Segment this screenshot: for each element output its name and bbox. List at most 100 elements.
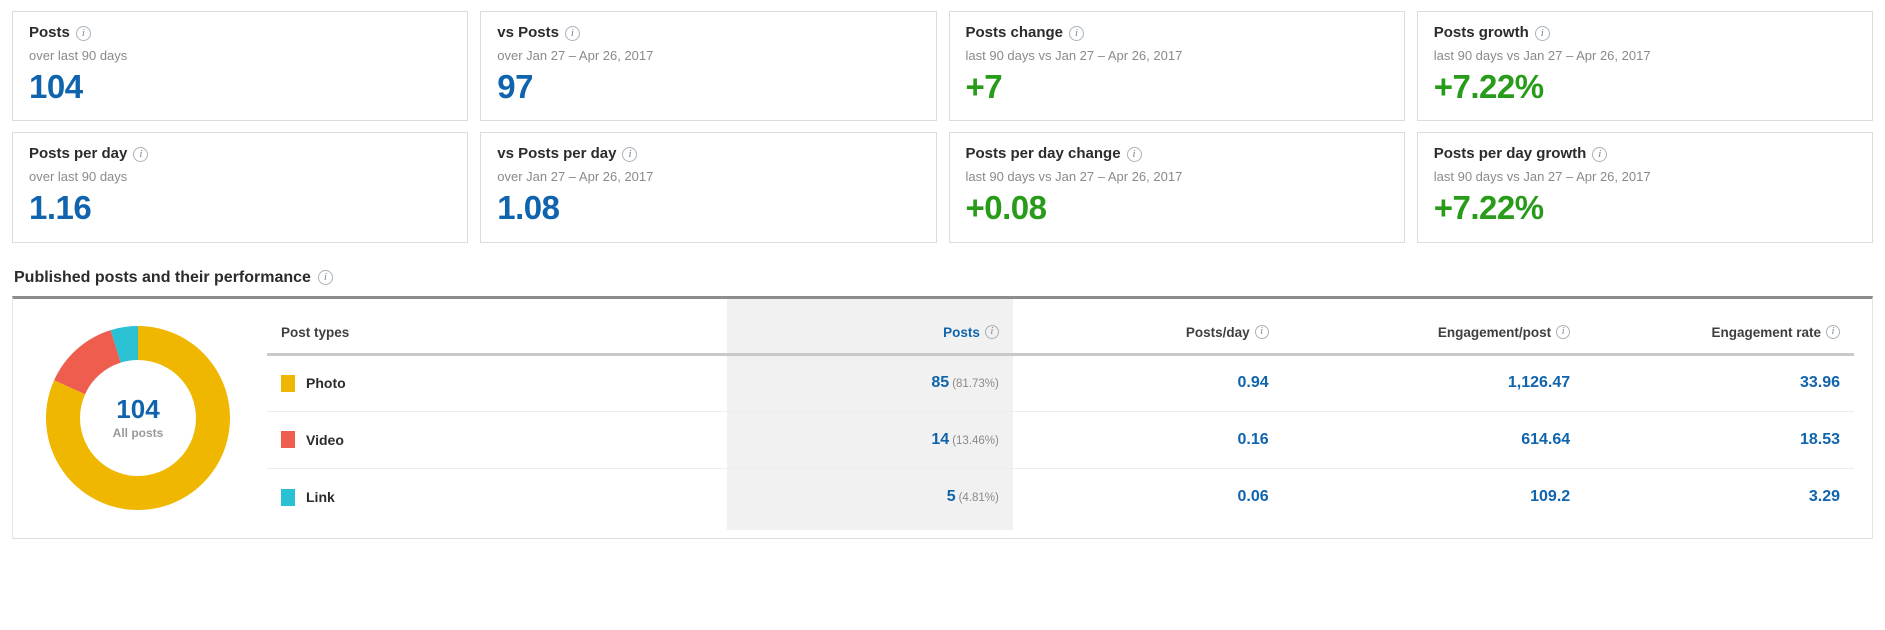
color-swatch-icon xyxy=(281,431,295,448)
kpi-card: Postsi over last 90 days 104 xyxy=(12,11,468,121)
kpi-subtitle: last 90 days vs Jan 27 – Apr 26, 2017 xyxy=(966,170,1388,184)
engagement-per-post-cell: 614.64 xyxy=(1283,411,1585,468)
donut-chart-container: 104 All posts xyxy=(13,299,263,538)
table-header-row: Post typesPostsiPosts/dayiEngagement/pos… xyxy=(267,299,1854,355)
info-icon[interactable]: i xyxy=(985,325,999,339)
post-type-cell: Link xyxy=(267,468,727,525)
kpi-subtitle: over Jan 27 – Apr 26, 2017 xyxy=(497,170,919,184)
table-row[interactable]: Video 14(13.46%)0.16614.6418.53 xyxy=(267,411,1854,468)
posts-percentage: (13.46%) xyxy=(952,435,999,447)
kpi-value: +0.08 xyxy=(966,191,1388,226)
posts-cell: 85(81.73%) xyxy=(727,354,1013,411)
color-swatch-icon xyxy=(281,375,295,392)
kpi-title: Posts growth i xyxy=(1434,25,1856,42)
kpi-title-label: vs Posts xyxy=(497,25,559,42)
engagement-per-post-cell: 109.2 xyxy=(1283,468,1585,525)
kpi-title: Postsi xyxy=(29,25,451,42)
column-header-posts[interactable]: Postsi xyxy=(727,299,1013,355)
posts-value: 85 xyxy=(931,374,949,391)
info-icon[interactable]: i xyxy=(1556,325,1570,339)
kpi-subtitle: over last 90 days xyxy=(29,49,451,63)
kpi-title: Posts per day change i xyxy=(966,146,1388,163)
posts-percentage: (81.73%) xyxy=(952,378,999,390)
donut-chart: 104 All posts xyxy=(38,318,238,518)
kpi-value: +7 xyxy=(966,70,1388,105)
performance-table-container: Post typesPostsiPosts/dayiEngagement/pos… xyxy=(263,299,1872,538)
column-header-engagement-rate[interactable]: Engagement rate i xyxy=(1584,299,1854,355)
info-icon[interactable]: i xyxy=(133,147,148,162)
table-row[interactable]: Link5(4.81%)0.06109.23.29 xyxy=(267,468,1854,525)
column-header-label: Posts/day xyxy=(1186,325,1250,340)
engagement-per-post-cell: 1,126.47 xyxy=(1283,354,1585,411)
post-type-cell: Video xyxy=(267,411,727,468)
kpi-title: Posts per day growth i xyxy=(1434,146,1856,163)
info-icon[interactable]: i xyxy=(1826,325,1840,339)
posts-cell: 5(4.81%) xyxy=(727,468,1013,525)
column-header-label: Post types xyxy=(281,325,349,340)
kpi-title-label: Posts per day xyxy=(29,146,127,163)
column-header-engagement-post[interactable]: Engagement/post i xyxy=(1283,299,1585,355)
column-header-label: Engagement/post xyxy=(1438,325,1551,340)
column-header-post-types[interactable]: Post types xyxy=(267,299,727,355)
performance-table: Post typesPostsiPosts/dayiEngagement/pos… xyxy=(267,299,1854,526)
kpi-value: 1.16 xyxy=(29,191,451,226)
kpi-card: Posts per day growth i last 90 days vs Jan… xyxy=(1417,132,1873,242)
column-header-label: Posts xyxy=(943,325,980,340)
kpi-title: Posts per day i xyxy=(29,146,451,163)
info-icon[interactable]: i xyxy=(76,26,91,41)
posts-per-day-cell: 0.06 xyxy=(1013,468,1283,525)
post-type-label: Video xyxy=(306,432,344,448)
table-row[interactable]: Photo85(81.73%)0.941,126.4733.96 xyxy=(267,354,1854,411)
info-icon[interactable]: i xyxy=(622,147,637,162)
engagement-rate-cell: 18.53 xyxy=(1584,411,1854,468)
kpi-title-label: vs Posts per day xyxy=(497,146,616,163)
kpi-value: 104 xyxy=(29,70,451,105)
kpi-title-label: Posts growth xyxy=(1434,25,1529,42)
posts-cell: 14(13.46%) xyxy=(727,411,1013,468)
kpi-value: 1.08 xyxy=(497,191,919,226)
published-posts-panel: 104 All posts Post typesPostsiPosts/dayi… xyxy=(12,296,1873,539)
info-icon[interactable]: i xyxy=(1069,26,1084,41)
kpi-row-posts: Postsiover last 90 days104vs Postsiover … xyxy=(12,11,1873,121)
kpi-subtitle: over Jan 27 – Apr 26, 2017 xyxy=(497,49,919,63)
color-swatch-icon xyxy=(281,489,295,506)
kpi-row-posts-per-day: Posts per day i over last 90 days 1.16 vs Po… xyxy=(12,132,1873,242)
kpi-card: Posts growth i last 90 days vs Jan 27 – Ap… xyxy=(1417,11,1873,121)
kpi-title-label: Posts per day change xyxy=(966,146,1121,163)
kpi-card: Posts per day change i last 90 days vs Jan… xyxy=(949,132,1405,242)
info-icon[interactable]: i xyxy=(565,26,580,41)
kpi-subtitle: over last 90 days xyxy=(29,170,451,184)
kpi-subtitle: last 90 days vs Jan 27 – Apr 26, 2017 xyxy=(1434,49,1856,63)
post-type-cell: Photo xyxy=(267,354,727,411)
section-title-label: Published posts and their performance xyxy=(14,269,311,287)
posts-value: 5 xyxy=(947,488,956,505)
kpi-card: Posts per day i over last 90 days 1.16 xyxy=(12,132,468,242)
kpi-title-label: Posts per day growth xyxy=(1434,146,1587,163)
kpi-value: +7.22% xyxy=(1434,70,1856,105)
column-header-posts-day[interactable]: Posts/day i xyxy=(1013,299,1283,355)
kpi-value: 97 xyxy=(497,70,919,105)
post-type-label: Link xyxy=(306,489,335,505)
posts-percentage: (4.81%) xyxy=(959,492,999,504)
engagement-rate-cell: 3.29 xyxy=(1584,468,1854,525)
donut-svg xyxy=(38,318,238,518)
kpi-subtitle: last 90 days vs Jan 27 – Apr 26, 2017 xyxy=(1434,170,1856,184)
kpi-title-label: Posts change xyxy=(966,25,1064,42)
kpi-title: vs Posts per day i xyxy=(497,146,919,163)
posts-per-day-cell: 0.94 xyxy=(1013,354,1283,411)
donut-slice-video[interactable] xyxy=(54,331,121,395)
kpi-card: vs Posts per day i over Jan 27 – Apr 26, 2… xyxy=(480,132,936,242)
info-icon[interactable]: i xyxy=(1592,147,1607,162)
kpi-card: Posts changeilast 90 days vs Jan 27 – Ap… xyxy=(949,11,1405,121)
info-icon[interactable]: i xyxy=(1127,147,1142,162)
kpi-title-label: Posts xyxy=(29,25,70,42)
posts-per-day-cell: 0.16 xyxy=(1013,411,1283,468)
info-icon[interactable]: i xyxy=(318,270,333,285)
column-header-label: Engagement rate xyxy=(1711,325,1821,340)
info-icon[interactable]: i xyxy=(1255,325,1269,339)
info-icon[interactable]: i xyxy=(1535,26,1550,41)
kpi-card: vs Posts i over Jan 27 – Apr 26, 2017 97 xyxy=(480,11,936,121)
kpi-value: +7.22% xyxy=(1434,191,1856,226)
analytics-page: Postsiover last 90 days104vs Postsiover … xyxy=(0,11,1885,630)
engagement-rate-cell: 33.96 xyxy=(1584,354,1854,411)
